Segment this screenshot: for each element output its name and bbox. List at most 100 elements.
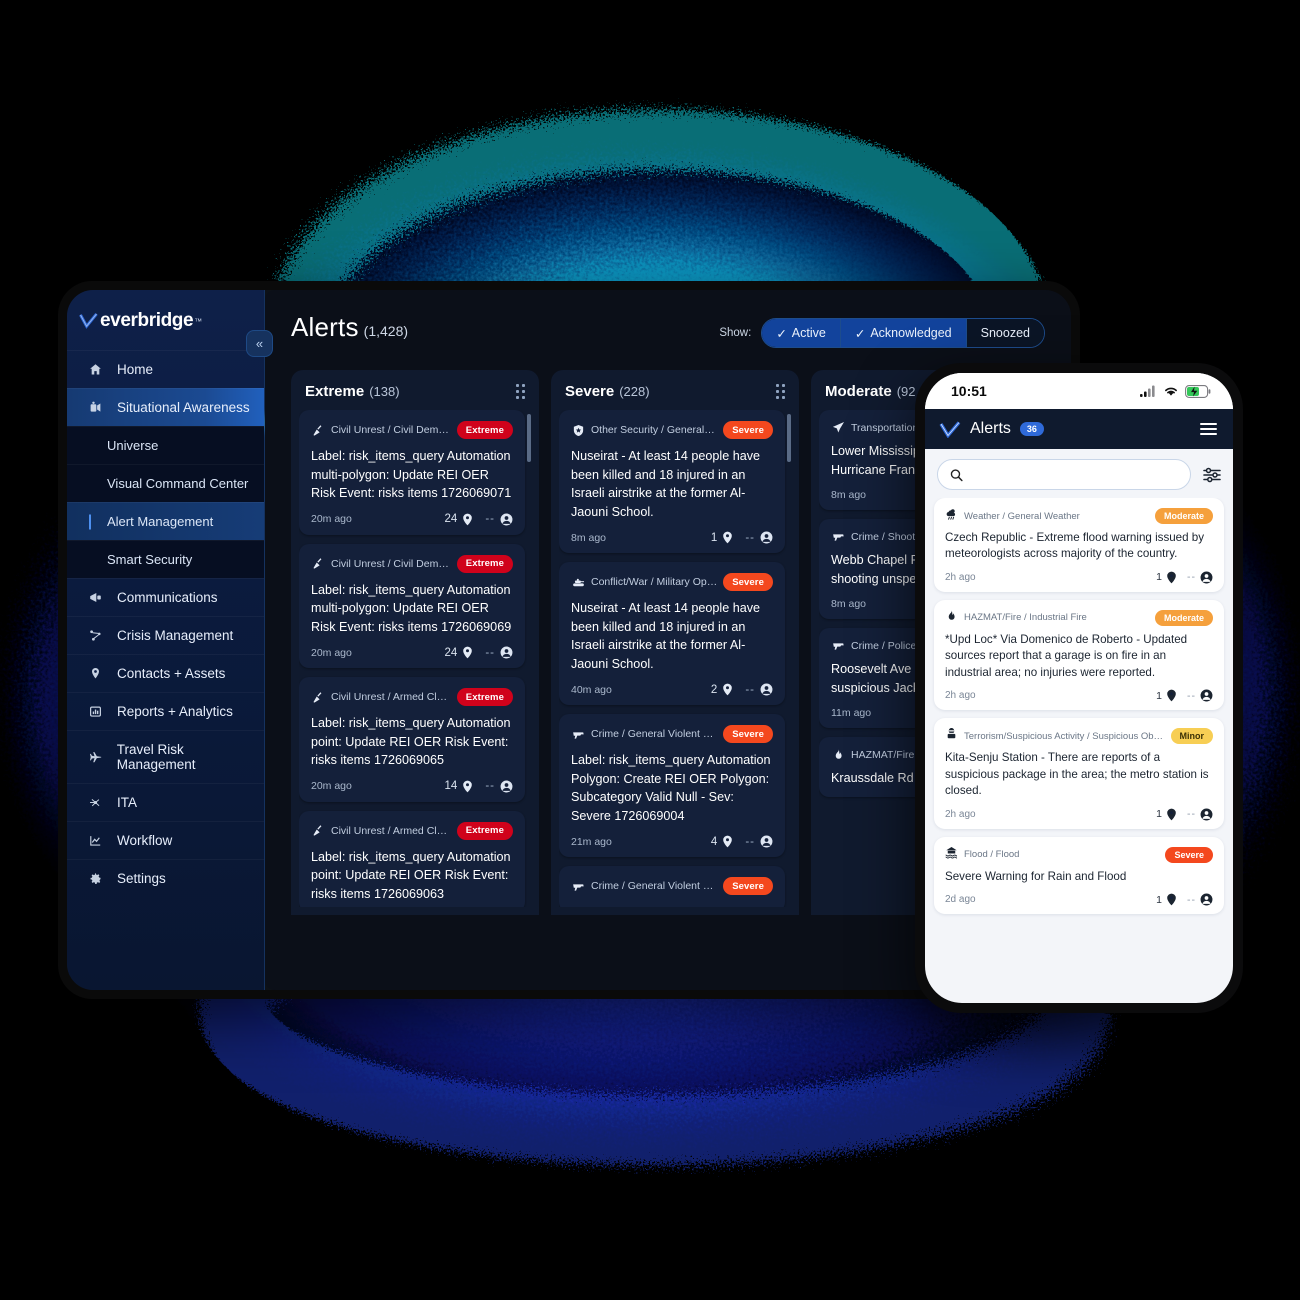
ita-icon — [87, 796, 104, 809]
mobile-card-text: Czech Republic - Extreme flood warning i… — [945, 531, 1205, 561]
map-pin-icon — [723, 835, 733, 848]
suspicious-package-icon — [945, 727, 958, 745]
phone-device: 10:51 Alerts 36 Weather / General Weathe… — [915, 363, 1243, 1013]
sidebar-item-label: Crisis Management — [117, 628, 234, 643]
alert-card[interactable]: Civil Unrest / Civil Demonstration... Ex… — [299, 410, 525, 535]
map-pin-icon — [1167, 571, 1176, 584]
sidebar-item-crisis-management[interactable]: Crisis Management — [67, 616, 264, 654]
brand-logo[interactable]: everbridge ™ — [67, 298, 264, 350]
filter-snoozed[interactable]: Snoozed — [965, 319, 1044, 347]
sidebar-item-travel-risk-management[interactable]: Travel Risk Management — [67, 730, 264, 783]
card-category: Crime / General Violent Crime — [591, 728, 718, 740]
filter-acknowledged[interactable]: ✓ Acknowledged — [839, 319, 966, 347]
column-body[interactable]: Civil Unrest / Civil Demonstration... Ex… — [299, 410, 531, 907]
gun-icon — [831, 639, 845, 652]
mobile-alert-card[interactable]: Weather / General Weather Moderate Czech… — [934, 498, 1224, 592]
column-scrollbar[interactable] — [787, 414, 791, 462]
mobile-card-header: Flood / Flood Severe — [945, 846, 1213, 864]
alert-card[interactable]: Civil Unrest / Armed Clash, Civil... Ext… — [299, 677, 525, 802]
assignee-avatar-icon — [500, 646, 513, 659]
column-scrollbar[interactable] — [527, 414, 531, 462]
gun-icon — [572, 883, 584, 891]
drag-handle-icon[interactable] — [516, 384, 525, 399]
card-header: Crime / General Violent Crime Severe — [571, 877, 773, 895]
card-timestamp: 20m ago — [311, 513, 352, 525]
mobile-alert-card[interactable]: Terrorism/Suspicious Activity / Suspicio… — [934, 718, 1224, 829]
sidebar-item-smart-security[interactable]: Smart Security — [67, 540, 264, 578]
mobile-card-metrics: 1 -- — [1156, 571, 1213, 584]
mobile-card-footer: 2d ago 1 -- — [945, 893, 1213, 906]
filter-label: Acknowledged — [870, 326, 952, 340]
column-body[interactable]: Other Security / General Securi... Sever… — [559, 410, 791, 907]
airplane-icon — [89, 751, 102, 762]
mobile-card-text: Kita-Senju Station - There are reports o… — [945, 751, 1209, 798]
fire-icon — [831, 748, 845, 761]
alert-card[interactable]: Civil Unrest / Civil Demonstration... Ex… — [299, 543, 525, 668]
sliders-filter-icon[interactable] — [1203, 467, 1221, 483]
sidebar-item-situational-awareness[interactable]: Situational Awareness — [67, 388, 264, 426]
sidebar-item-workflow[interactable]: Workflow — [67, 821, 264, 859]
page-title: Alerts — [291, 312, 359, 342]
column-title: Extreme — [305, 383, 365, 400]
severity-badge: Extreme — [456, 421, 513, 439]
sidebar-item-universe[interactable]: Universe — [67, 426, 264, 464]
drag-handle-icon[interactable] — [776, 384, 785, 399]
sidebar-item-contacts-assets[interactable]: Contacts + Assets — [67, 654, 264, 692]
alert-card[interactable]: Crime / General Violent Crime Severe Lab… — [559, 714, 785, 857]
sidebar-item-label: Reports + Analytics — [117, 704, 233, 719]
alert-card[interactable]: Conflict/War / Military Operation Severe… — [559, 562, 785, 705]
crisis-icon — [87, 629, 104, 642]
status-filter-segmented-control[interactable]: ✓ Active ✓ Acknowledged Snoozed — [761, 318, 1045, 348]
mobile-alert-card[interactable]: HAZMAT/Fire / Industrial Fire Moderate *… — [934, 599, 1224, 711]
hamburger-menu-icon[interactable] — [1200, 423, 1217, 435]
home-icon — [90, 364, 101, 375]
card-category: Civil Unrest / Armed Clash, Civil... — [331, 824, 451, 837]
location-count: 14 — [444, 780, 458, 792]
sidebar-item-communications[interactable]: Communications — [67, 578, 264, 616]
column-header: Severe (228) — [559, 380, 791, 410]
assignee-avatar-icon — [760, 835, 773, 848]
civil-unrest-icon — [313, 558, 321, 569]
severity-badge: Severe — [723, 725, 773, 743]
mobile-card-header: Weather / General Weather Moderate — [945, 507, 1213, 525]
location-count: 4 — [710, 835, 718, 848]
assignee-value: -- — [485, 780, 495, 792]
show-filter-group: Show: ✓ Active ✓ Acknowledged Snoozed — [719, 318, 1045, 348]
assignee-value: -- — [1187, 808, 1196, 821]
gun-icon — [832, 643, 844, 650]
sidebar-collapse-button[interactable]: « — [246, 330, 273, 357]
phone-alert-feed[interactable]: Weather / General Weather Moderate Czech… — [925, 498, 1233, 1003]
sidebar-item-settings[interactable]: Settings — [67, 859, 264, 897]
card-header: Conflict/War / Military Operation Severe — [571, 573, 773, 591]
alert-card[interactable]: Civil Unrest / Armed Clash, Civil... Ext… — [299, 810, 525, 907]
civil-unrest-icon — [313, 691, 321, 703]
filter-active[interactable]: ✓ Active — [762, 319, 840, 347]
page-header: Alerts (1,428) Show: ✓ Active ✓ Acknowledge… — [291, 312, 1071, 356]
sidebar-item-ita[interactable]: ITA — [67, 783, 264, 821]
sidebar-item-home[interactable]: Home — [67, 350, 264, 388]
severity-badge: Moderate — [1154, 508, 1213, 524]
severity-badge: Severe — [1165, 846, 1213, 863]
alert-card[interactable]: Other Security / General Securi... Sever… — [559, 410, 785, 553]
ita-icon — [90, 798, 100, 807]
card-category: Other Security / General Securi... — [591, 424, 717, 436]
mobile-alert-card[interactable]: Flood / Flood Severe Severe Warning for … — [934, 836, 1224, 915]
search-box[interactable] — [937, 459, 1191, 490]
column-count: (138) — [369, 384, 400, 399]
sidebar-item-visual-command-center[interactable]: Visual Command Center — [67, 464, 264, 502]
location-count: 24 — [444, 646, 458, 659]
alert-card[interactable]: Crime / General Violent Crime Severe — [559, 866, 785, 907]
sidebar-nav: Home Situational Awareness Universe Visual … — [67, 350, 264, 897]
sidebar-item-label: Visual Command Center — [107, 476, 249, 491]
card-text: Nuseirat - At least 14 people have been … — [571, 601, 761, 671]
card-category: Crime / General Violent Crime — [591, 880, 718, 892]
transportation-icon — [832, 422, 844, 433]
sidebar: everbridge ™ « Home Situational Awareness U… — [67, 290, 273, 990]
mobile-card-text: Severe Warning for Rain and Flood — [945, 869, 1127, 883]
card-header: Civil Unrest / Armed Clash, Civil... Ext… — [311, 688, 513, 706]
assignee-value: -- — [745, 835, 755, 848]
search-input[interactable] — [969, 467, 1178, 482]
sidebar-item-reports-analytics[interactable]: Reports + Analytics — [67, 692, 264, 730]
sidebar-item-alert-management[interactable]: Alert Management — [67, 502, 264, 540]
sidebar-item-label: Workflow — [117, 833, 173, 848]
